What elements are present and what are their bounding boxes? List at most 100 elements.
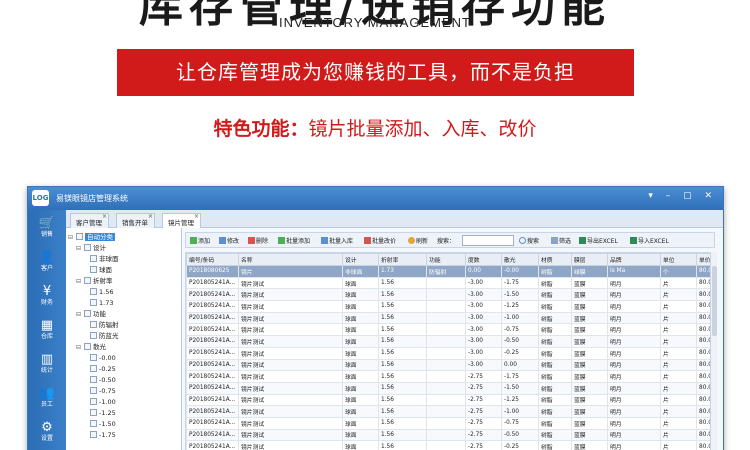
column-header[interactable]: 折射率 bbox=[378, 253, 427, 266]
import-excel-button[interactable]: 导入EXCEL bbox=[630, 236, 669, 245]
filter-button[interactable]: 筛选 bbox=[551, 236, 571, 245]
tree-node[interactable]: -1.00 bbox=[90, 397, 116, 407]
table-cell: 蓝膜 bbox=[571, 440, 608, 450]
column-header[interactable]: 材质 bbox=[538, 253, 572, 266]
search-icon bbox=[519, 237, 526, 244]
table-cell: 镜片测试 bbox=[238, 288, 343, 302]
collapse-icon[interactable]: ⊟ bbox=[76, 277, 84, 287]
file-icon bbox=[90, 387, 97, 394]
tree-node[interactable]: ⊟ 功能 bbox=[76, 309, 106, 319]
nav-customers[interactable]: 👤 客户 bbox=[28, 250, 66, 273]
table-cell: 球面 bbox=[342, 300, 379, 313]
category-tree: ⊟ 自动分类 ⊟ 设计 非球面 球面 ⊟ 折射率 1.56 1.73 ⊟ 功能 防辐射 … bbox=[66, 228, 182, 450]
nav-settings[interactable]: ⚙ 设置 bbox=[28, 420, 66, 443]
table-row[interactable]: P201805241A... 镜片测试 球面 1.56 -3.00 0.00 树脂 蓝膜 明月片… bbox=[186, 358, 716, 372]
table-row[interactable]: P201805241A... 镜片测试 球面 1.56 -3.00 -0.75 树脂 蓝膜 明月… bbox=[186, 323, 716, 337]
column-header[interactable]: 膜层 bbox=[571, 253, 608, 266]
table-cell: -2.75 bbox=[465, 393, 502, 407]
tree-node[interactable]: -0.00 bbox=[90, 353, 116, 363]
batch-price-button[interactable]: 批量改价 bbox=[364, 236, 396, 245]
tree-node[interactable]: 防蓝光 bbox=[90, 331, 119, 341]
table-row[interactable]: P201805241A... 镜片测试 球面 1.56 -2.75 -1.75 树脂 蓝膜 明月… bbox=[186, 370, 716, 383]
title-bar[interactable]: LOG 易镁眼镜店管理系统 ▾ – ▢ ✕ bbox=[28, 187, 723, 210]
tree-node[interactable]: -1.50 bbox=[90, 419, 116, 429]
tab-customers[interactable]: 客户管理 × bbox=[70, 213, 109, 228]
tab-label: 销售开单 bbox=[122, 219, 148, 227]
table-row[interactable]: P201805241A... 镜片测试 球面 1.56 -2.75 -1.00 树脂 蓝膜 明月… bbox=[186, 405, 716, 418]
close-icon[interactable]: × bbox=[194, 213, 199, 220]
table-cell: -3.00 bbox=[465, 288, 502, 302]
window-controls[interactable]: ▾ – ▢ ✕ bbox=[648, 191, 717, 201]
table-row[interactable]: P201805241A... 镜片测试 球面 1.56 -2.75 -1.25 树脂 蓝膜 明月… bbox=[186, 393, 716, 407]
tree-node[interactable]: -1.75 bbox=[90, 430, 116, 440]
tree-node[interactable]: -0.75 bbox=[90, 386, 116, 396]
table-cell: -0.75 bbox=[501, 416, 539, 430]
table-cell: P201805241A... bbox=[186, 335, 239, 348]
table-row[interactable]: P201805241A... 镜片测试 球面 1.56 -3.00 -1.00 树脂 蓝膜 明月… bbox=[186, 311, 716, 325]
refresh-button[interactable]: 刷新 bbox=[408, 236, 428, 245]
table-row[interactable]: P201805241A... 镜片测试 球面 1.56 -3.00 -0.50 树脂 蓝膜 明月… bbox=[186, 335, 716, 348]
column-header[interactable]: 名称 bbox=[238, 253, 343, 266]
scrollbar-thumb[interactable] bbox=[712, 266, 717, 336]
table-row[interactable]: P201805241A... 镜片测试 球面 1.56 -3.00 -1.25 树脂 蓝膜 明月… bbox=[186, 300, 716, 313]
toolbar: 添加 修改 删除 批量添加 批量入库 批量改价 刷新 搜索： 搜索 筛选 导出E… bbox=[185, 232, 715, 248]
collapse-icon[interactable]: ⊟ bbox=[76, 310, 84, 320]
tab-sales-order[interactable]: 销售开单 × bbox=[116, 213, 155, 228]
table-row[interactable]: P201805241A... 镜片测试 球面 1.56 -2.75 -0.75 树脂 蓝膜 明月… bbox=[186, 416, 716, 430]
delete-button[interactable]: 删除 bbox=[248, 236, 268, 245]
batch-add-button[interactable]: 批量添加 bbox=[278, 236, 310, 245]
tab-lens-management[interactable]: 镜片管理 × bbox=[162, 213, 201, 228]
file-icon bbox=[90, 255, 97, 262]
column-header[interactable]: 品牌 bbox=[607, 253, 661, 266]
column-header[interactable]: 设计 bbox=[342, 253, 379, 266]
export-excel-button[interactable]: 导出EXCEL bbox=[579, 236, 618, 245]
nav-finance[interactable]: ¥ 财务 bbox=[28, 284, 66, 307]
search-input[interactable] bbox=[462, 235, 514, 246]
nav-staff[interactable]: 👥 员工 bbox=[28, 386, 66, 409]
table-cell: 球面 bbox=[342, 370, 379, 383]
tree-node[interactable]: 1.73 bbox=[90, 298, 113, 308]
column-header[interactable]: 编号/条码 bbox=[186, 253, 239, 266]
column-header[interactable]: 度数 bbox=[465, 253, 502, 266]
table-row[interactable]: P201805241A... 镜片测试 球面 1.56 -3.00 -1.75 树脂 蓝膜 明月… bbox=[186, 276, 716, 290]
nav-statistics[interactable]: ▥ 统计 bbox=[28, 352, 66, 375]
nav-warehouse[interactable]: ▦ 仓库 bbox=[28, 318, 66, 341]
table-cell: -0.50 bbox=[501, 335, 539, 348]
collapse-icon[interactable]: ⊟ bbox=[76, 343, 84, 353]
search-button[interactable]: 搜索 bbox=[519, 236, 539, 245]
close-icon[interactable]: × bbox=[102, 213, 107, 220]
close-icon[interactable]: × bbox=[148, 213, 153, 220]
table-cell bbox=[426, 381, 466, 395]
page: 库存管理/进销存功能 INVENTORY MANAGEMENT 让仓库管理成为您… bbox=[0, 0, 750, 450]
collapse-icon[interactable]: ⊟ bbox=[68, 233, 76, 243]
tree-node[interactable]: ⊟ 设计 bbox=[76, 243, 106, 253]
tree-root[interactable]: ⊟ 自动分类 bbox=[68, 232, 115, 242]
column-header[interactable]: 单位 bbox=[660, 253, 697, 266]
tree-node[interactable]: 非球面 bbox=[90, 254, 119, 264]
tree-node[interactable]: 防辐射 bbox=[90, 320, 119, 330]
tree-node[interactable]: ⊟ 散光 bbox=[76, 342, 106, 352]
tree-node[interactable]: 球面 bbox=[90, 265, 112, 275]
column-header[interactable]: 功能 bbox=[426, 253, 466, 266]
table-row[interactable]: P201805241A... 镜片测试 球面 1.56 -2.75 -1.50 树脂 蓝膜 明月… bbox=[186, 381, 716, 395]
table-row[interactable]: P2018080625 镜片 非球面 1.73 防辐射 0.00 -0.00 树脂 绿膜 Is M… bbox=[186, 265, 716, 278]
table-row[interactable]: P201805241A... 镜片测试 球面 1.56 -2.75 -0.25 树脂 蓝膜 明月… bbox=[186, 440, 716, 450]
edit-button[interactable]: 修改 bbox=[219, 236, 239, 245]
tree-node[interactable]: ⊟ 折射率 bbox=[76, 276, 113, 286]
table-cell: -1.25 bbox=[501, 393, 539, 407]
file-icon bbox=[90, 398, 97, 405]
column-header[interactable]: 散光 bbox=[501, 253, 539, 266]
vertical-scrollbar[interactable] bbox=[710, 252, 717, 450]
table-row[interactable]: P201805241A... 镜片测试 球面 1.56 -3.00 -0.25 树脂 蓝膜 明月… bbox=[186, 346, 716, 360]
tree-node[interactable]: -0.25 bbox=[90, 364, 116, 374]
batch-stock-in-button[interactable]: 批量入库 bbox=[321, 236, 353, 245]
table-row[interactable]: P201805241A... 镜片测试 球面 1.56 -3.00 -1.50 树脂 蓝膜 明月… bbox=[186, 288, 716, 302]
add-button[interactable]: 添加 bbox=[190, 236, 210, 245]
nav-sales[interactable]: 🛒 销售 bbox=[28, 216, 66, 239]
table-cell bbox=[426, 370, 466, 383]
table-row[interactable]: P201805241A... 镜片测试 球面 1.56 -2.75 -0.50 树脂 蓝膜 明月… bbox=[186, 428, 716, 442]
tree-node[interactable]: 1.56 bbox=[90, 287, 113, 297]
tree-node[interactable]: -1.25 bbox=[90, 408, 116, 418]
collapse-icon[interactable]: ⊟ bbox=[76, 244, 84, 254]
tree-node[interactable]: -0.50 bbox=[90, 375, 116, 385]
